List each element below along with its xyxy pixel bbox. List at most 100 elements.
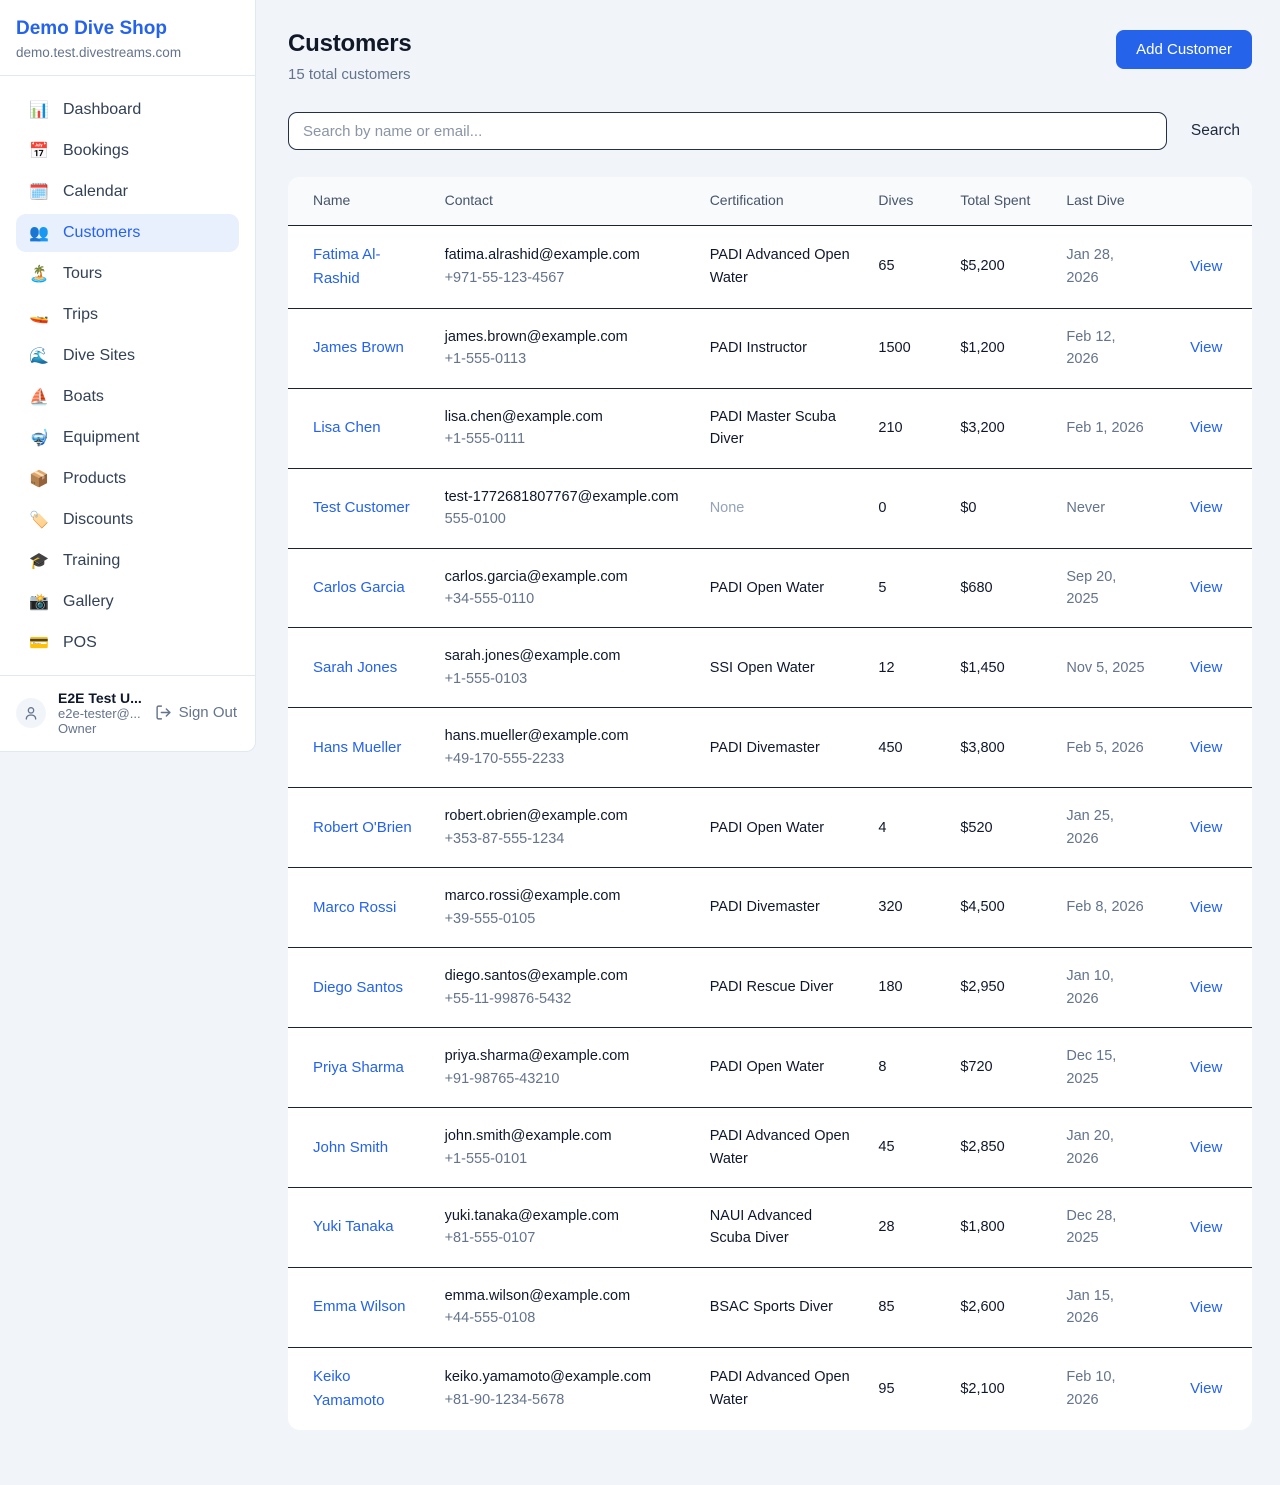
sidebar-item-trips[interactable]: 🚤 Trips <box>16 296 239 334</box>
customer-email: carlos.garcia@example.com <box>445 566 686 588</box>
customer-dives: 0 <box>866 468 948 548</box>
view-link[interactable]: View <box>1190 1059 1222 1076</box>
table-header-row: Name Contact Certification Dives Total S… <box>288 177 1252 225</box>
customer-phone: +44-555-0108 <box>445 1307 686 1329</box>
customer-last-dive: Jan 20, 2026 <box>1054 1108 1160 1188</box>
customer-name-link[interactable]: Test Customer <box>313 499 410 516</box>
sidebar-item-boats[interactable]: ⛵ Boats <box>16 378 239 416</box>
sidebar-item-training[interactable]: 🎓 Training <box>16 542 239 580</box>
logout-icon <box>155 704 172 721</box>
table-row: Lisa Chen lisa.chen@example.com +1-555-0… <box>288 388 1252 468</box>
table-row: Yuki Tanaka yuki.tanaka@example.com +81-… <box>288 1188 1252 1268</box>
customer-email: emma.wilson@example.com <box>445 1285 686 1307</box>
view-link[interactable]: View <box>1190 819 1222 836</box>
customer-phone: +1-555-0101 <box>445 1148 686 1170</box>
customer-name-link[interactable]: Priya Sharma <box>313 1059 404 1076</box>
customer-email: test-1772681807767@example.com <box>445 486 686 508</box>
customer-total-spent: $720 <box>948 1028 1054 1108</box>
view-link[interactable]: View <box>1190 419 1222 436</box>
view-link[interactable]: View <box>1190 659 1222 676</box>
table-row: Marco Rossi marco.rossi@example.com +39-… <box>288 868 1252 948</box>
sidebar-item-gallery[interactable]: 📸 Gallery <box>16 583 239 621</box>
add-customer-button[interactable]: Add Customer <box>1116 30 1252 69</box>
customer-total-spent: $1,200 <box>948 308 1054 388</box>
customer-name-link[interactable]: Lisa Chen <box>313 419 381 436</box>
view-link[interactable]: View <box>1190 339 1222 356</box>
sidebar-item-dashboard[interactable]: 📊 Dashboard <box>16 91 239 129</box>
customer-phone: +1-555-0111 <box>445 428 686 450</box>
sidebar-item-dive-sites[interactable]: 🌊 Dive Sites <box>16 337 239 375</box>
sidebar-item-pos[interactable]: 💳 POS <box>16 624 239 662</box>
customer-certification: PADI Rescue Diver <box>698 948 867 1028</box>
customer-certification: PADI Divemaster <box>698 708 867 788</box>
view-link[interactable]: View <box>1190 899 1222 916</box>
customer-dives: 4 <box>866 788 948 868</box>
sidebar-item-customers[interactable]: 👥 Customers <box>16 214 239 252</box>
customer-name-link[interactable]: Robert O'Brien <box>313 819 412 836</box>
sidebar-item-products[interactable]: 📦 Products <box>16 460 239 498</box>
user-section: E2E Test U... e2e-tester@... Owner Sign … <box>0 675 255 750</box>
customer-email: diego.santos@example.com <box>445 965 686 987</box>
sidebar-item-label: Boats <box>63 388 104 406</box>
search-input[interactable] <box>288 112 1167 150</box>
avatar <box>16 698 46 728</box>
sidebar-item-calendar[interactable]: 🗓️ Calendar <box>16 173 239 211</box>
sidebar-item-label: Dashboard <box>63 101 141 119</box>
customer-certification: PADI Instructor <box>698 308 867 388</box>
customer-dives: 1500 <box>866 308 948 388</box>
customer-name-link[interactable]: Keiko Yamamoto <box>313 1368 384 1409</box>
view-link[interactable]: View <box>1190 979 1222 996</box>
boats-icon: ⛵ <box>29 387 49 407</box>
sidebar-item-equipment[interactable]: 🤿 Equipment <box>16 419 239 457</box>
customer-last-dive: Jan 25, 2026 <box>1054 788 1160 868</box>
view-link[interactable]: View <box>1190 739 1222 756</box>
customer-email: yuki.tanaka@example.com <box>445 1205 686 1227</box>
customer-name-link[interactable]: Marco Rossi <box>313 899 396 916</box>
customer-dives: 5 <box>866 548 948 628</box>
table-row: Hans Mueller hans.mueller@example.com +4… <box>288 708 1252 788</box>
customer-email: robert.obrien@example.com <box>445 805 686 827</box>
customer-email: sarah.jones@example.com <box>445 645 686 667</box>
customer-phone: +91-98765-43210 <box>445 1068 686 1090</box>
table-row: James Brown james.brown@example.com +1-5… <box>288 308 1252 388</box>
products-icon: 📦 <box>29 469 49 489</box>
sidebar-item-bookings[interactable]: 📅 Bookings <box>16 132 239 170</box>
view-link[interactable]: View <box>1190 1219 1222 1236</box>
customer-name-link[interactable]: Sarah Jones <box>313 659 397 676</box>
column-header-certification: Certification <box>698 177 867 225</box>
customer-phone: +1-555-0103 <box>445 668 686 690</box>
customer-certification: PADI Advanced Open Water <box>698 1108 867 1188</box>
customer-total-spent: $520 <box>948 788 1054 868</box>
sidebar-item-label: Tours <box>63 265 102 283</box>
customer-certification: PADI Master Scuba Diver <box>698 388 867 468</box>
customer-name-link[interactable]: James Brown <box>313 339 404 356</box>
customer-certification: PADI Open Water <box>698 788 867 868</box>
customer-name-link[interactable]: Emma Wilson <box>313 1298 406 1315</box>
sidebar-item-label: Discounts <box>63 511 133 529</box>
customer-name-link[interactable]: John Smith <box>313 1139 388 1156</box>
customer-name-link[interactable]: Hans Mueller <box>313 739 401 756</box>
table-row: Diego Santos diego.santos@example.com +5… <box>288 948 1252 1028</box>
customer-phone: +55-11-99876-5432 <box>445 988 686 1010</box>
sidebar-item-tours[interactable]: 🏝️ Tours <box>16 255 239 293</box>
customer-name-link[interactable]: Fatima Al-Rashid <box>313 246 381 287</box>
sign-out-button[interactable]: Sign Out <box>155 704 239 721</box>
view-link[interactable]: View <box>1190 579 1222 596</box>
search-button[interactable]: Search <box>1191 118 1252 144</box>
column-header-dives: Dives <box>866 177 948 225</box>
view-link[interactable]: View <box>1190 258 1222 275</box>
customer-total-spent: $680 <box>948 548 1054 628</box>
view-link[interactable]: View <box>1190 499 1222 516</box>
view-link[interactable]: View <box>1190 1299 1222 1316</box>
customer-count: 15 total customers <box>288 66 412 83</box>
customer-email: hans.mueller@example.com <box>445 725 686 747</box>
table-row: Carlos Garcia carlos.garcia@example.com … <box>288 548 1252 628</box>
customer-name-link[interactable]: Diego Santos <box>313 979 403 996</box>
customer-dives: 210 <box>866 388 948 468</box>
column-header-actions <box>1160 177 1252 225</box>
sidebar-item-discounts[interactable]: 🏷️ Discounts <box>16 501 239 539</box>
customer-name-link[interactable]: Carlos Garcia <box>313 579 405 596</box>
view-link[interactable]: View <box>1190 1380 1222 1397</box>
customer-name-link[interactable]: Yuki Tanaka <box>313 1218 394 1235</box>
view-link[interactable]: View <box>1190 1139 1222 1156</box>
